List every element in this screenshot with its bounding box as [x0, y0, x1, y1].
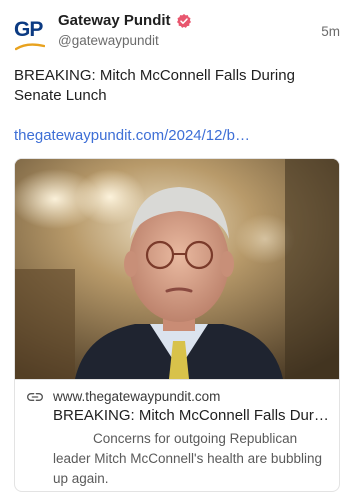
- author-handle[interactable]: @gatewaypundit: [58, 33, 159, 48]
- post-timestamp: 5m: [321, 24, 340, 39]
- avatar[interactable]: GP: [14, 18, 48, 52]
- post-header: GP Gateway Pundit @gatewaypundit 5m: [14, 10, 340, 54]
- avatar-logo-text: GP: [14, 18, 43, 41]
- link-preview-domain: www.thegatewaypundit.com: [53, 389, 221, 404]
- author-name-row: Gateway Pundit: [58, 12, 192, 29]
- link-preview-card[interactable]: www.thegatewaypundit.com BREAKING: Mitch…: [14, 158, 340, 492]
- link-icon: [27, 393, 43, 402]
- avatar-swoosh-icon: [15, 43, 45, 51]
- post-text: BREAKING: Mitch McConnell Falls During S…: [14, 67, 295, 104]
- post-link[interactable]: thegatewaypundit.com/2024/12/b…: [14, 127, 340, 144]
- link-preview-description: Concerns for outgoing Republican leader …: [53, 431, 322, 486]
- link-preview-image: [15, 159, 339, 379]
- link-preview-title: BREAKING: Mitch McConnell Falls Dur…: [53, 407, 329, 424]
- link-preview-body: www.thegatewaypundit.com BREAKING: Mitch…: [15, 379, 339, 491]
- verified-badge-icon: [176, 13, 191, 28]
- author-display-name[interactable]: Gateway Pundit: [58, 12, 171, 29]
